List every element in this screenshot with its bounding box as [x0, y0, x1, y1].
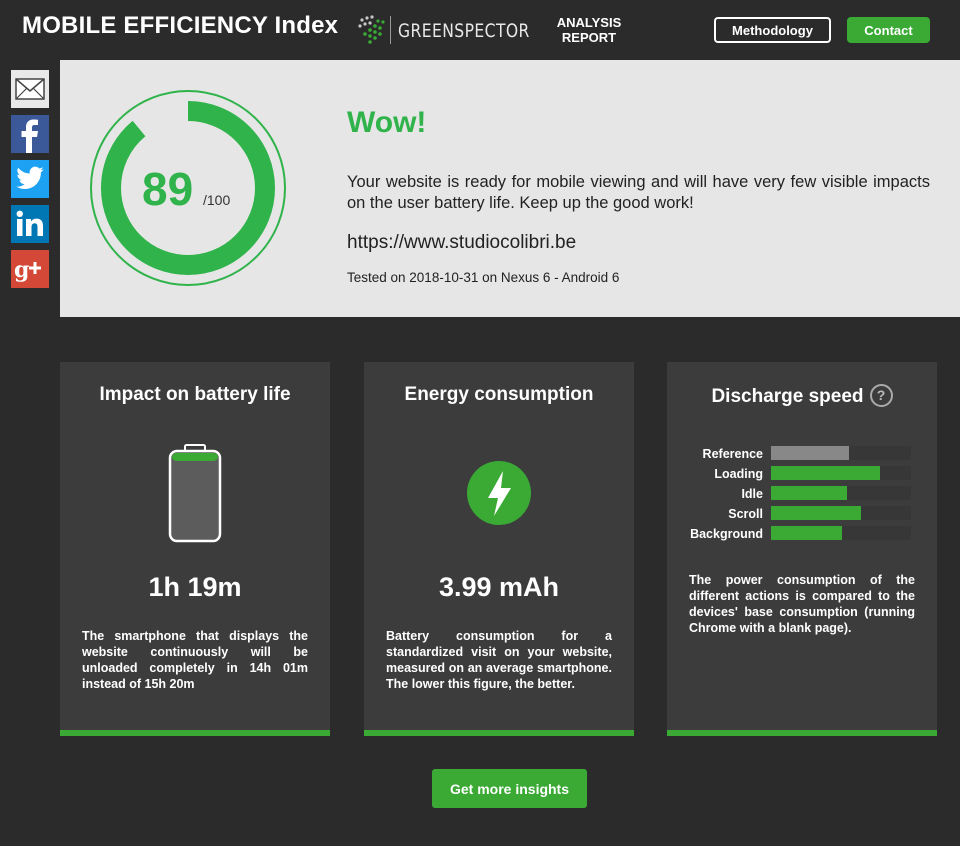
result-description: Your website is ready for mobile viewing…	[347, 173, 930, 212]
linkedin-share-button[interactable]	[11, 205, 49, 243]
result-panel: 89 /100 Wow! Your website is ready for m…	[60, 60, 960, 317]
bar-track	[771, 506, 911, 520]
google-plus-share-button[interactable]: g	[11, 250, 49, 288]
svg-text:g: g	[14, 257, 29, 283]
battery-impact-title: Impact on battery life	[99, 384, 291, 405]
energy-consumption-title: Energy consumption	[404, 384, 594, 405]
energy-consumption-text: Battery consumption for a standardized v…	[386, 629, 612, 691]
bar-row: Scroll	[667, 506, 937, 526]
report-label: ANALYSIS REPORT	[550, 15, 628, 45]
bar-track	[771, 466, 911, 480]
battery-impact-value: 1h 19m	[148, 572, 242, 602]
header: MOBILE EFFICIENCY Index GREENSPECTOR ANA…	[0, 0, 960, 60]
test-info: Tested on 2018-10-31 on Nexus 6 - Androi…	[347, 270, 620, 285]
score-value: 89	[142, 163, 194, 215]
discharge-speed-text: The power consumption of the different a…	[689, 573, 915, 635]
bar-label: Scroll	[728, 507, 763, 521]
bar-track	[771, 526, 911, 540]
bar-label: Loading	[714, 467, 763, 481]
bar-label: Background	[690, 527, 763, 541]
tested-url: https://www.studiocolibri.be	[347, 232, 577, 253]
bar-track	[771, 486, 911, 500]
report-label-line2: REPORT	[561, 30, 617, 45]
bar-row: Loading	[667, 466, 937, 486]
app-title: MOBILE EFFICIENCY Index	[22, 12, 339, 39]
battery-icon	[168, 444, 222, 543]
bar-fill	[771, 466, 881, 480]
bar-fill	[771, 446, 850, 460]
methodology-button[interactable]: Methodology	[714, 17, 831, 43]
bar-row: Background	[667, 526, 937, 546]
verdict-heading: Wow!	[347, 106, 427, 139]
linkedin-icon	[16, 210, 43, 236]
discharge-speed-title: Discharge speed	[711, 386, 864, 407]
battery-impact-text: The smartphone that displays the website…	[82, 629, 308, 691]
help-icon[interactable]: ?	[869, 384, 893, 407]
google-plus-icon: g	[14, 257, 41, 283]
bar-fill	[771, 506, 861, 520]
brand-name: GREENSPECTOR	[398, 20, 530, 42]
bar-fill	[771, 486, 847, 500]
energy-consumption-card: Energy consumption 3.99 mAh Battery cons…	[364, 362, 634, 736]
bar-label: Reference	[702, 447, 763, 461]
bar-row: Reference	[667, 446, 937, 466]
logo-separator	[390, 16, 391, 44]
bar-label: Idle	[741, 487, 763, 501]
discharge-speed-heading: Discharge speed?	[667, 384, 937, 408]
greenspector-logo-icon	[358, 15, 385, 44]
discharge-bars: Reference Loading Idle Scroll Background	[667, 446, 937, 546]
get-more-insights-button[interactable]: Get more insights	[432, 769, 587, 808]
lightning-bolt-icon	[467, 461, 531, 525]
report-label-line1: ANALYSIS	[556, 15, 622, 30]
discharge-speed-card: Discharge speed? Reference Loading Idle Scr…	[667, 362, 937, 736]
social-share-bar: g	[11, 70, 49, 295]
bar-fill	[771, 526, 843, 540]
energy-consumption-value: 3.99 mAh	[438, 572, 560, 602]
facebook-icon	[21, 119, 38, 153]
mail-share-button[interactable]	[11, 70, 49, 108]
bar-row: Idle	[667, 486, 937, 506]
twitter-icon	[16, 166, 44, 190]
twitter-share-button[interactable]	[11, 160, 49, 198]
mail-icon	[15, 78, 45, 100]
score-max: /100	[203, 192, 231, 208]
bar-track	[771, 446, 911, 460]
facebook-share-button[interactable]	[11, 115, 49, 153]
battery-impact-card: Impact on battery life 1h 19m The smartp…	[60, 362, 330, 736]
contact-button[interactable]: Contact	[847, 17, 930, 43]
